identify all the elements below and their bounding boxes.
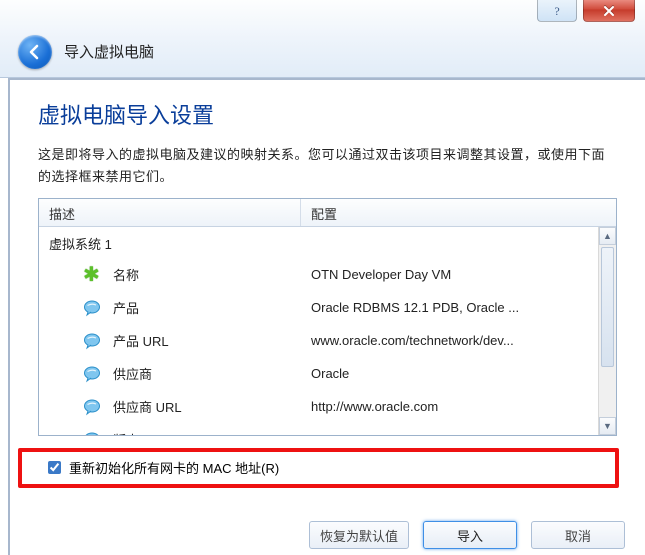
table-header: 描述 配置 <box>39 199 616 227</box>
back-button[interactable] <box>18 35 52 69</box>
window-title: 导入虚拟电脑 <box>64 41 154 62</box>
row-value: Oracle <box>301 366 598 381</box>
row-value: OTN Developer Day VM <box>301 267 598 282</box>
row-label: 名称 <box>113 265 139 284</box>
bubble-icon <box>83 332 101 350</box>
cancel-button[interactable]: 取消 <box>531 521 625 549</box>
help-icon: ? <box>551 4 563 18</box>
row-value: June 2014 <box>301 432 598 435</box>
row-value: http://www.oracle.com <box>301 399 598 414</box>
bubble-icon <box>83 431 101 436</box>
help-button[interactable]: ? <box>537 0 577 22</box>
svg-text:?: ? <box>554 4 559 18</box>
table-row[interactable]: 产品 URL www.oracle.com/technetwork/dev... <box>39 324 598 357</box>
row-label: 供应商 <box>113 364 152 383</box>
table-row[interactable]: 产品 Oracle RDBMS 12.1 PDB, Oracle ... <box>39 291 598 324</box>
table-row[interactable]: 供应商 URL http://www.oracle.com <box>39 390 598 423</box>
page-heading: 虚拟电脑导入设置 <box>38 98 617 130</box>
scroll-up-icon[interactable]: ▲ <box>599 227 616 245</box>
bubble-icon <box>83 398 101 416</box>
table-row[interactable]: 供应商 Oracle <box>39 357 598 390</box>
reinit-mac-checkbox[interactable] <box>48 461 61 474</box>
restore-defaults-button[interactable]: 恢复为默认值 <box>309 521 409 549</box>
page-description: 这是即将导入的虚拟电脑及建议的映射关系。您可以通过双击该项目来调整其设置，或使用… <box>38 144 617 188</box>
scrollbar[interactable]: ▲ ▼ <box>598 227 616 435</box>
row-label: 产品 <box>113 298 139 317</box>
wizard-panel: 虚拟电脑导入设置 这是即将导入的虚拟电脑及建议的映射关系。您可以通过双击该项目来… <box>8 78 645 555</box>
bubble-icon <box>83 299 101 317</box>
bubble-icon <box>83 365 101 383</box>
row-value: Oracle RDBMS 12.1 PDB, Oracle ... <box>301 300 598 315</box>
column-header-desc[interactable]: 描述 <box>39 199 301 226</box>
table-row[interactable]: 版本 June 2014 <box>39 423 598 435</box>
reinit-mac-label: 重新初始化所有网卡的 MAC 地址(R) <box>69 458 279 477</box>
scroll-down-icon[interactable]: ▼ <box>599 417 616 435</box>
close-icon <box>602 4 616 18</box>
close-button[interactable] <box>583 0 635 22</box>
import-button[interactable]: 导入 <box>423 521 517 549</box>
name-icon <box>83 266 101 284</box>
row-value: www.oracle.com/technetwork/dev... <box>301 333 598 348</box>
row-label: 版本 <box>113 430 139 435</box>
table-row[interactable]: 名称 OTN Developer Day VM <box>39 258 598 291</box>
row-label: 产品 URL <box>113 331 169 350</box>
arrow-left-icon <box>26 43 44 61</box>
scroll-thumb[interactable] <box>601 247 614 367</box>
group-header[interactable]: 虚拟系统 1 <box>39 227 598 258</box>
column-header-config[interactable]: 配置 <box>301 199 616 226</box>
settings-table: 描述 配置 虚拟系统 1 名称 OTN Developer Day VM 产品 … <box>38 198 617 436</box>
row-label: 供应商 URL <box>113 397 182 416</box>
